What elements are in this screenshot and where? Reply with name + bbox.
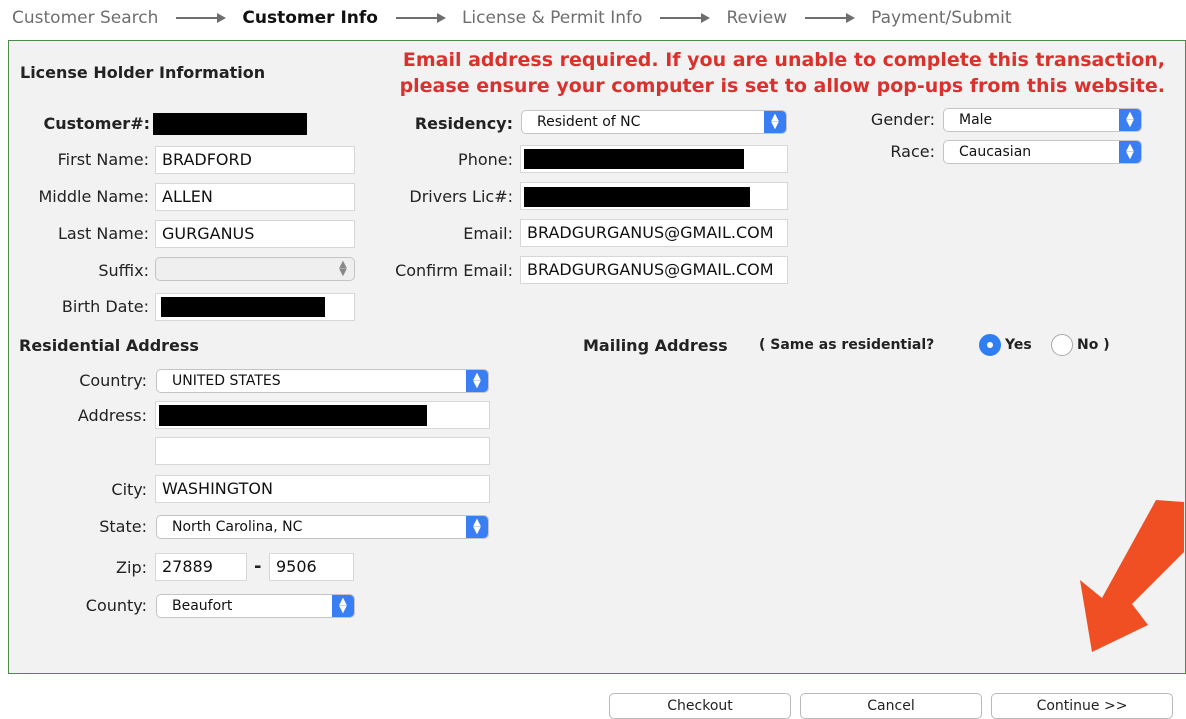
chevron-updown-icon: ▲ ▼: [332, 595, 354, 617]
customer-number-label: Customer#:: [43, 114, 150, 133]
first-name-label: First Name:: [57, 150, 149, 169]
county-value: Beaufort: [172, 598, 233, 614]
error-line-1: Email address required. If you are unabl…: [402, 49, 1165, 71]
last-name-label: Last Name:: [57, 224, 149, 243]
step-arrow-icon: [176, 13, 227, 23]
last-name-field[interactable]: GURGANUS: [155, 220, 355, 248]
country-label: Country:: [79, 371, 147, 390]
same-as-residential-question: ( Same as residential?: [759, 337, 935, 353]
gender-value: Male: [959, 112, 993, 128]
mailing-no-label[interactable]: No ): [1077, 337, 1110, 353]
race-select[interactable]: Caucasian ▲ ▼: [943, 140, 1142, 164]
step-customer-search[interactable]: Customer Search: [12, 8, 158, 28]
mailing-yes-label[interactable]: Yes: [1005, 337, 1032, 353]
radio-unselected-icon[interactable]: [1051, 334, 1073, 356]
phone-label: Phone:: [458, 150, 513, 169]
license-holder-title: License Holder Information: [20, 63, 266, 82]
state-label: State:: [99, 517, 147, 536]
state-select[interactable]: North Carolina, NC ▲ ▼: [156, 515, 489, 539]
radio-selected-icon[interactable]: [979, 334, 1001, 356]
step-payment-submit[interactable]: Payment/Submit: [871, 8, 1011, 28]
suffix-select[interactable]: ▲ ▼: [155, 257, 355, 281]
country-value: UNITED STATES: [172, 373, 281, 389]
error-message: Email address required. If you are unabl…: [400, 47, 1165, 99]
mailing-address-title: Mailing Address: [583, 336, 728, 355]
chevron-updown-icon: ▲ ▼: [764, 111, 786, 133]
address-label: Address:: [77, 406, 147, 425]
city-label: City:: [111, 480, 147, 499]
birth-date-redaction: [161, 297, 325, 317]
step-arrow-icon: [395, 13, 446, 23]
county-select[interactable]: Beaufort ▲ ▼: [156, 594, 355, 618]
county-label: County:: [85, 596, 147, 615]
zip-plus4-field[interactable]: 9506: [269, 553, 354, 581]
residency-value: Resident of NC: [537, 114, 641, 130]
step-arrow-icon: [805, 13, 856, 23]
error-line-2: please ensure your computer is set to al…: [399, 75, 1165, 97]
address-line-2-field[interactable]: [155, 437, 490, 465]
race-value: Caucasian: [959, 144, 1032, 160]
checkout-button[interactable]: Checkout: [609, 693, 791, 719]
drivers-license-redaction: [524, 187, 750, 207]
email-label: Email:: [463, 224, 513, 243]
residency-select[interactable]: Resident of NC ▲ ▼: [521, 110, 787, 134]
customer-number-value: [153, 113, 307, 135]
drivers-license-label: Drivers Lic#:: [409, 187, 513, 206]
race-label: Race:: [890, 142, 935, 161]
middle-name-field[interactable]: ALLEN: [155, 183, 355, 211]
confirm-email-field[interactable]: BRADGURGANUS@GMAIL.COM: [520, 256, 788, 284]
address-redaction: [159, 405, 427, 426]
step-review[interactable]: Review: [726, 8, 787, 28]
residential-address-title: Residential Address: [19, 336, 199, 355]
chevron-updown-icon: ▲ ▼: [466, 370, 488, 392]
gender-select[interactable]: Male ▲ ▼: [943, 108, 1142, 132]
middle-name-label: Middle Name:: [38, 187, 149, 206]
chevron-updown-icon: ▲ ▼: [1119, 109, 1141, 131]
arrow-icon: [1080, 500, 1184, 652]
phone-redaction: [524, 149, 744, 169]
birth-date-label: Birth Date:: [61, 297, 149, 316]
state-value: North Carolina, NC: [172, 519, 303, 535]
zip-label: Zip:: [116, 558, 147, 577]
confirm-email-label: Confirm Email:: [395, 261, 513, 280]
first-name-field[interactable]: BRADFORD: [155, 146, 355, 174]
step-arrow-icon: [660, 13, 711, 23]
customer-info-panel: License Holder Information Email address…: [8, 40, 1186, 674]
chevron-updown-icon: ▲ ▼: [339, 259, 347, 278]
continue-button[interactable]: Continue >>: [991, 693, 1173, 719]
gender-label: Gender:: [870, 110, 935, 129]
step-license-permit-info[interactable]: License & Permit Info: [462, 8, 642, 28]
wizard-steps: Customer Search Customer Info License & …: [0, 0, 1186, 36]
zip-field[interactable]: 27889: [155, 553, 247, 581]
suffix-label: Suffix:: [98, 261, 149, 280]
step-customer-info[interactable]: Customer Info: [242, 8, 378, 28]
residency-label: Residency:: [414, 114, 513, 133]
chevron-updown-icon: ▲ ▼: [1119, 141, 1141, 163]
email-field[interactable]: BRADGURGANUS@GMAIL.COM: [520, 219, 788, 247]
country-select[interactable]: UNITED STATES ▲ ▼: [156, 369, 489, 393]
cancel-button[interactable]: Cancel: [800, 693, 982, 719]
chevron-updown-icon: ▲ ▼: [466, 516, 488, 538]
zip-separator: -: [254, 556, 262, 577]
city-field[interactable]: WASHINGTON: [155, 475, 490, 503]
